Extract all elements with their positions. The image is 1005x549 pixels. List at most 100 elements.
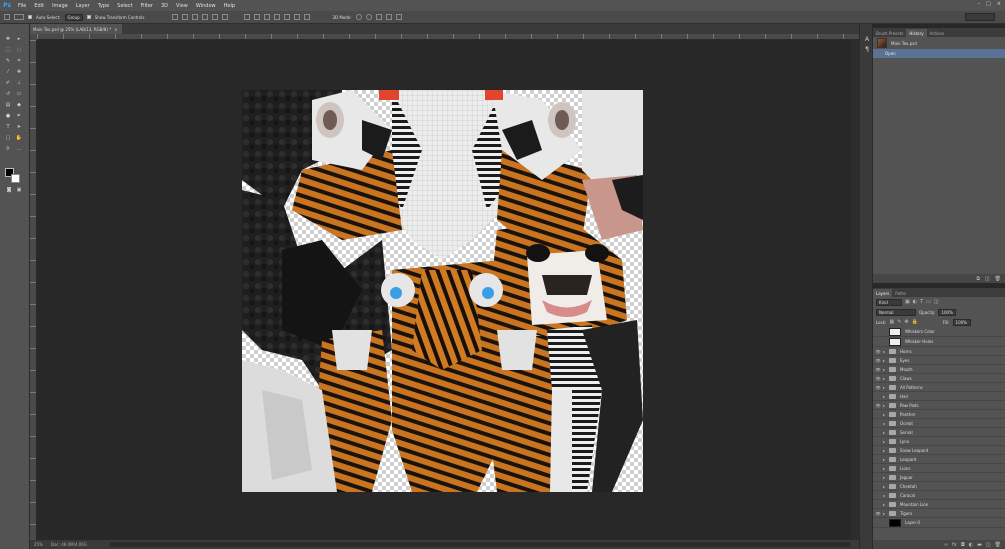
- layer-filter-dropdown[interactable]: Kind: [876, 298, 902, 306]
- pen-tool-icon[interactable]: ✒: [15, 112, 23, 119]
- menu-3d[interactable]: 3D: [157, 3, 172, 9]
- eraser-tool-icon[interactable]: ▭: [15, 90, 23, 97]
- align-top-icon[interactable]: [172, 14, 179, 20]
- layer-row[interactable]: 👁 ▸ Tigers: [873, 509, 1005, 518]
- distribute-left-icon[interactable]: [274, 14, 281, 20]
- delete-icon[interactable]: 🗑: [995, 276, 1001, 282]
- menu-image[interactable]: Image: [48, 3, 72, 9]
- filter-shape-icon[interactable]: ▭: [926, 299, 931, 305]
- workspace-dropdown[interactable]: [965, 13, 995, 21]
- layer-row[interactable]: ▸ Leopard: [873, 455, 1005, 464]
- menu-layer[interactable]: Layer: [72, 3, 94, 9]
- blend-mode-dropdown[interactable]: Normal: [876, 308, 916, 316]
- visibility-eye-icon[interactable]: 👁: [873, 367, 883, 372]
- menu-filter[interactable]: Filter: [137, 3, 157, 9]
- character-panel-icon[interactable]: A: [863, 36, 871, 43]
- layer-row[interactable]: ▸ Mountain Lion: [873, 500, 1005, 509]
- new-group-icon[interactable]: ▬: [977, 542, 982, 548]
- layer-row[interactable]: ▸ Lions: [873, 464, 1005, 473]
- distribute-right-icon[interactable]: [294, 14, 301, 20]
- layer-row[interactable]: 👁 ▸ Paw Pads: [873, 401, 1005, 410]
- history-brush-tool-icon[interactable]: ↺: [4, 90, 12, 97]
- visibility-eye-icon[interactable]: 👁: [873, 403, 883, 408]
- visibility-eye-icon[interactable]: 👁: [873, 385, 883, 390]
- 3d-roll-icon[interactable]: [365, 14, 372, 20]
- menu-help[interactable]: Help: [220, 3, 239, 9]
- menu-select[interactable]: Select: [113, 3, 136, 9]
- 3d-rotate-icon[interactable]: [355, 14, 362, 20]
- layer-row[interactable]: ▸ Cheetah: [873, 482, 1005, 491]
- layer-row[interactable]: ▸ Panther: [873, 410, 1005, 419]
- layer-row[interactable]: 👁 ▸ Mouth: [873, 365, 1005, 374]
- horizontal-scrollbar[interactable]: [110, 542, 850, 547]
- paragraph-panel-icon[interactable]: ¶: [863, 46, 871, 53]
- auto-align-icon[interactable]: [304, 14, 311, 20]
- zoom-tool-icon[interactable]: ⚲: [4, 145, 12, 152]
- zoom-level[interactable]: 25%: [34, 542, 43, 547]
- visibility-eye-icon[interactable]: 👁: [873, 358, 883, 363]
- path-select-tool-icon[interactable]: ➤: [15, 123, 23, 130]
- layer-row[interactable]: ▸ Snow Leopard: [873, 446, 1005, 455]
- layer-row[interactable]: 👁 ▸ Eyes: [873, 356, 1005, 365]
- quick-mask-icon[interactable]: ◙: [5, 186, 13, 193]
- tab-brush-presets[interactable]: Brush Presets: [873, 29, 906, 37]
- close-tab-icon[interactable]: ×: [114, 27, 117, 32]
- move-tool-icon[interactable]: ✥: [4, 35, 12, 42]
- tab-layers[interactable]: Layers: [873, 289, 893, 297]
- vertical-scrollbar[interactable]: [851, 40, 859, 540]
- align-right-icon[interactable]: [222, 14, 229, 20]
- stamp-tool-icon[interactable]: ⊥: [15, 79, 23, 86]
- vertical-ruler[interactable]: [30, 40, 37, 540]
- fill-input[interactable]: 100%: [952, 318, 971, 326]
- brush-tool-icon[interactable]: ✐: [4, 79, 12, 86]
- adjustment-layer-icon[interactable]: ◐: [969, 542, 973, 548]
- tab-paths[interactable]: Paths: [892, 289, 909, 297]
- doc-size[interactable]: Doc: 48.0M/4.06G: [51, 542, 87, 547]
- new-snapshot-icon[interactable]: ◫: [985, 276, 990, 282]
- layer-row[interactable]: ▸ Caracal: [873, 491, 1005, 500]
- align-bottom-icon[interactable]: [192, 14, 199, 20]
- history-snapshot[interactable]: Main Tex.psd: [873, 37, 1005, 49]
- auto-select-dropdown[interactable]: Group: [64, 13, 83, 21]
- layer-row[interactable]: ▸ Serval: [873, 428, 1005, 437]
- layer-row[interactable]: Whisker Holes: [873, 337, 1005, 347]
- visibility-eye-icon[interactable]: 👁: [873, 349, 883, 354]
- close-icon[interactable]: ×: [997, 1, 1001, 7]
- shape-tool-icon[interactable]: ▢: [4, 134, 12, 141]
- 3d-scale-icon[interactable]: [395, 14, 402, 20]
- lock-pixels-icon[interactable]: ✎: [897, 319, 901, 325]
- lasso-tool-icon[interactable]: ◌: [15, 46, 23, 53]
- healing-tool-icon[interactable]: ✚: [15, 68, 23, 75]
- tool-preset-picker[interactable]: [14, 14, 24, 20]
- filter-smart-object-icon[interactable]: ◫: [934, 299, 939, 305]
- filter-type-icon[interactable]: T: [920, 299, 923, 305]
- eyedropper-tool-icon[interactable]: ⁄: [4, 68, 12, 75]
- maximize-icon[interactable]: □: [986, 1, 991, 7]
- visibility-eye-icon[interactable]: 👁: [873, 511, 883, 516]
- add-mask-icon[interactable]: ◘: [961, 542, 965, 548]
- layer-row[interactable]: 👁 ▸ Claws: [873, 374, 1005, 383]
- screen-mode-icon[interactable]: ▣: [15, 186, 23, 193]
- hand-tool-icon[interactable]: ✋: [15, 134, 23, 141]
- document-tab[interactable]: Main Tex.psd @ 25% (LAB/13, RGB/8) * ×: [30, 24, 122, 34]
- marquee-tool-icon[interactable]: ⬚: [4, 46, 12, 53]
- opacity-input[interactable]: 100%: [938, 308, 957, 316]
- layer-row[interactable]: ▸ Lynx: [873, 437, 1005, 446]
- gradient-tool-icon[interactable]: ▤: [4, 101, 12, 108]
- layer-row[interactable]: Whiskers Color: [873, 327, 1005, 337]
- document-image[interactable]: [242, 90, 643, 492]
- minimize-icon[interactable]: –: [978, 1, 981, 7]
- blur-tool-icon[interactable]: ◆: [15, 101, 23, 108]
- new-layer-icon[interactable]: ◫: [986, 542, 991, 548]
- distribute-bottom-icon[interactable]: [264, 14, 271, 20]
- distribute-vcenter-icon[interactable]: [254, 14, 261, 20]
- menu-type[interactable]: Type: [94, 3, 113, 9]
- layer-row[interactable]: Layer 0: [873, 518, 1005, 528]
- align-vcenter-icon[interactable]: [182, 14, 189, 20]
- quick-select-tool-icon[interactable]: ✎: [4, 57, 12, 64]
- layer-row[interactable]: ▸ Hair: [873, 392, 1005, 401]
- background-color-swatch[interactable]: [11, 174, 20, 183]
- menu-file[interactable]: File: [14, 3, 30, 9]
- layer-row[interactable]: ▸ Ocelot: [873, 419, 1005, 428]
- tab-actions[interactable]: Actions: [927, 29, 948, 37]
